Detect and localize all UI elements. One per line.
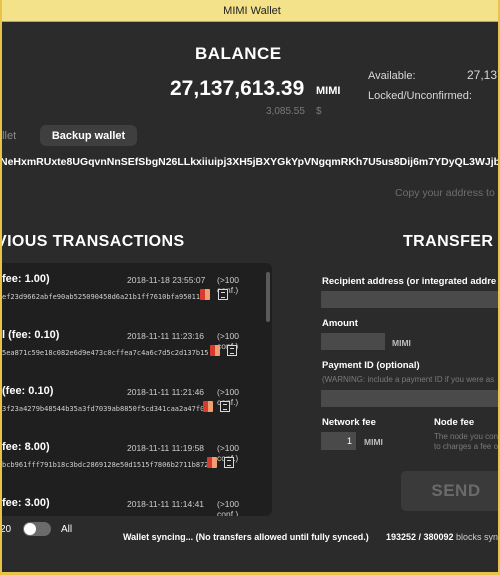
copy-address-hint[interactable]: Copy your address to r [395, 187, 498, 199]
balance-amount: 27,137,613.39 [170, 77, 305, 100]
transactions-list[interactable]: fee: 1.00) 2018-11-18 23:55:07 (>100 con… [2, 263, 272, 516]
send-button[interactable]: SEND [401, 471, 498, 511]
tx-hash[interactable]: 5ea871c59e18c082e6d9e473c0cffea7c4a6c7d5… [2, 349, 209, 357]
tab-backup-wallet-label: Backup wallet [51, 129, 126, 142]
balance-fiat-value: 3,085.55 [266, 106, 305, 117]
copy-icon[interactable] [224, 457, 234, 468]
sync-blocks-label: blocks sync [456, 532, 500, 542]
list-item[interactable]: fee: 8.00) 2018-11-11 11:19:58 (>100 con… [2, 441, 262, 497]
transfer-title: TRANSFER [403, 233, 494, 250]
app-window: MIMI Wallet BALANCE 27,137,613.39 MIMI 3… [0, 0, 500, 575]
page-size-label: 20 [0, 524, 12, 535]
tx-fee: (fee: 0.10) [2, 385, 54, 397]
tx-fee: fee: 3.00) [2, 497, 50, 509]
copy-icon[interactable] [227, 345, 237, 356]
node-fee-label: Node fee [434, 417, 475, 428]
tx-confirmations: (>100 conf.) [217, 331, 239, 351]
network-fee-label: Network fee [322, 417, 376, 428]
tx-fee: fee: 1.00) [2, 273, 50, 285]
network-fee-ticker: MIMI [364, 437, 383, 447]
tab-backup-wallet[interactable]: Backup wallet [40, 125, 137, 146]
node-fee-description: to charges a fee o [434, 442, 499, 451]
explorer-icon[interactable] [210, 345, 220, 356]
tx-fee: l (fee: 0.10) [2, 329, 60, 341]
payment-id-warning: (WARNING: include a payment ID if you we… [322, 375, 495, 384]
tab-wallet[interactable]: allet [2, 130, 16, 142]
list-item[interactable]: fee: 1.00) 2018-11-18 23:55:07 (>100 con… [2, 273, 262, 329]
filter-all-label: All [61, 524, 73, 535]
sync-blocks: 193252 / 380092 [386, 532, 454, 542]
explorer-icon[interactable] [207, 457, 217, 468]
list-item[interactable]: fee: 3.00) 2018-11-11 11:14:41 (>100 con… [2, 497, 262, 516]
tx-fee: fee: 8.00) [2, 441, 50, 453]
amount-input[interactable] [321, 333, 385, 350]
available-value: 27,137 [467, 68, 498, 82]
tx-date: 2018-11-11 11:14:41 [127, 499, 205, 509]
tx-date: 2018-11-11 11:21:46 [127, 387, 205, 397]
network-fee-input[interactable] [321, 432, 356, 450]
explorer-icon[interactable] [200, 289, 210, 300]
copy-icon[interactable] [220, 401, 230, 412]
recipient-address-input[interactable] [321, 291, 498, 308]
payment-id-label: Payment ID (optional) [322, 360, 420, 371]
amount-ticker: MIMI [392, 338, 411, 348]
show-all-toggle[interactable] [23, 522, 51, 536]
amount-label: Amount [322, 318, 358, 329]
recipient-label: Recipient address (or integrated addre [322, 276, 497, 287]
explorer-icon[interactable] [203, 401, 213, 412]
tx-hash[interactable]: bcb961fff791b18c3bdc2869128e50d1515f7806… [2, 461, 209, 469]
locked-label: Locked/Unconfirmed: [368, 90, 472, 102]
tx-date: 2018-11-11 11:23:16 [127, 331, 205, 341]
tx-hash[interactable]: 3f23a4279b48544b35a3fd7039ab8850f5cd341c… [2, 405, 204, 413]
balance-fiat-symbol: $ [316, 106, 322, 117]
tx-date: 2018-11-18 23:55:07 [127, 275, 206, 285]
tx-confirmations: (>100 conf.) [217, 499, 239, 516]
send-button-label: SEND [431, 481, 481, 500]
list-item[interactable]: (fee: 0.10) 2018-11-11 11:21:46 (>100 co… [2, 385, 262, 441]
window-titlebar: MIMI Wallet [2, 0, 498, 22]
node-fee-description: The node you con [434, 432, 499, 441]
transactions-title: VIOUS TRANSACTIONS [0, 233, 185, 250]
tx-hash[interactable]: ef23d9662abfe90ab525090458d6a21b1ff7610b… [2, 293, 200, 301]
tx-date: 2018-11-11 11:19:58 [127, 443, 205, 453]
copy-icon[interactable] [218, 289, 228, 300]
list-item[interactable]: l (fee: 0.10) 2018-11-11 11:23:16 (>100 … [2, 329, 262, 385]
toggle-knob [24, 523, 36, 535]
balance-ticker: MIMI [316, 85, 341, 97]
payment-id-input[interactable] [321, 390, 498, 407]
sync-status: Wallet syncing... (No transfers allowed … [123, 532, 369, 542]
balance-title: BALANCE [195, 44, 282, 63]
wallet-address[interactable]: NeHxmRUxte8UGqvnNnSEfSbgN26LLkxiiuipj3XH… [2, 156, 498, 168]
available-label: Available: [368, 70, 416, 82]
transactions-scrollbar[interactable] [266, 272, 270, 322]
window-title: MIMI Wallet [223, 4, 281, 17]
